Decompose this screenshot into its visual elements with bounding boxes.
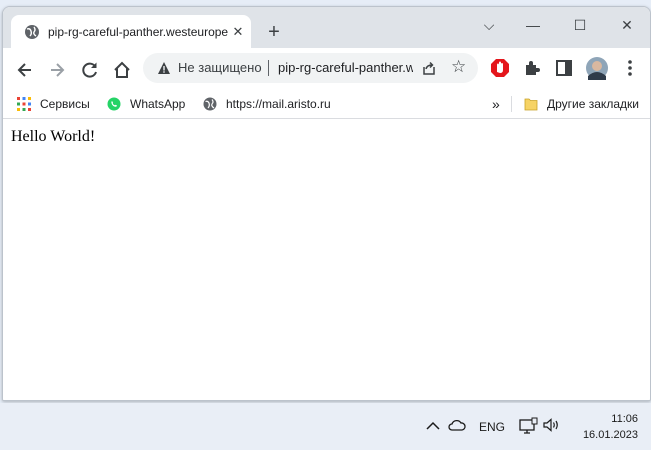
bookmark-label: https://mail.aristo.ru bbox=[226, 97, 331, 111]
bookmark-label: Другие закладки bbox=[547, 97, 639, 111]
forward-arrow-icon[interactable] bbox=[47, 60, 67, 80]
security-label[interactable]: Не защищено bbox=[178, 60, 263, 76]
folder-icon bbox=[524, 98, 538, 111]
toolbar: Не защищено pip-rg-careful-panther.weste… bbox=[3, 48, 650, 90]
omnibox-divider bbox=[268, 60, 269, 76]
home-icon[interactable] bbox=[112, 60, 132, 80]
network-monitor-icon[interactable] bbox=[519, 417, 539, 435]
globe-icon bbox=[25, 25, 39, 39]
new-tab-button[interactable]: + bbox=[265, 22, 283, 42]
whatsapp-icon bbox=[107, 97, 121, 111]
reload-icon[interactable] bbox=[80, 60, 100, 80]
extensions-puzzle-icon[interactable] bbox=[522, 58, 542, 78]
bookmark-services[interactable]: Сервисы bbox=[17, 94, 90, 114]
clock-time: 11:06 bbox=[611, 413, 638, 425]
globe-icon bbox=[203, 97, 217, 111]
tab-active[interactable]: pip-rg-careful-panther.westeurope ✕ bbox=[11, 15, 251, 49]
bookmark-label: WhatsApp bbox=[130, 97, 186, 111]
back-arrow-icon[interactable] bbox=[15, 60, 35, 80]
bookmark-whatsapp[interactable]: WhatsApp bbox=[107, 94, 185, 114]
close-window-button[interactable]: ✕ bbox=[617, 17, 637, 33]
taskbar: ENG 11:06 16.01.2023 bbox=[0, 403, 651, 450]
warning-icon[interactable] bbox=[157, 61, 171, 75]
share-icon[interactable] bbox=[421, 60, 437, 76]
speaker-icon[interactable] bbox=[543, 418, 561, 432]
maximize-button[interactable]: ☐ bbox=[570, 17, 590, 33]
menu-kebab-icon[interactable] bbox=[620, 58, 640, 78]
tab-strip: pip-rg-careful-panther.westeurope ✕ + ⌵ … bbox=[3, 7, 650, 49]
system-clock[interactable]: 11:06 16.01.2023 bbox=[574, 411, 638, 443]
bookmark-label: Сервисы bbox=[40, 97, 90, 111]
bookmark-other-folder[interactable]: Другие закладки bbox=[524, 94, 639, 114]
minimize-button[interactable]: — bbox=[523, 17, 543, 33]
tab-title: pip-rg-careful-panther.westeurope bbox=[48, 25, 228, 39]
page-text: Hello World! bbox=[11, 128, 96, 145]
bookmarks-divider bbox=[511, 96, 512, 112]
bookmark-star-icon[interactable]: ☆ bbox=[451, 58, 469, 76]
page-content: Hello World! bbox=[3, 119, 650, 400]
side-panel-icon[interactable] bbox=[554, 58, 574, 78]
bookmarks-overflow-button[interactable]: » bbox=[492, 94, 500, 114]
url-text[interactable]: pip-rg-careful-panther.westeurope bbox=[278, 60, 413, 76]
bookmark-mail-aristo[interactable]: https://mail.aristo.ru bbox=[203, 94, 331, 114]
close-tab-icon[interactable]: ✕ bbox=[231, 25, 245, 39]
profile-avatar[interactable] bbox=[585, 56, 609, 80]
onedrive-cloud-icon[interactable] bbox=[448, 418, 466, 432]
browser-window: pip-rg-careful-panther.westeurope ✕ + ⌵ … bbox=[2, 6, 651, 401]
clock-date: 16.01.2023 bbox=[582, 429, 638, 441]
address-bar[interactable]: Не защищено pip-rg-careful-panther.weste… bbox=[143, 53, 478, 83]
apps-grid-icon bbox=[17, 97, 31, 111]
language-indicator[interactable]: ENG bbox=[479, 420, 505, 434]
bookmarks-bar: Сервисы WhatsApp https://mail.aristo.ru … bbox=[3, 90, 650, 119]
tab-search-icon[interactable]: ⌵ bbox=[479, 17, 499, 33]
chevron-up-icon[interactable] bbox=[426, 421, 440, 431]
adblock-extension-icon[interactable] bbox=[490, 58, 510, 78]
